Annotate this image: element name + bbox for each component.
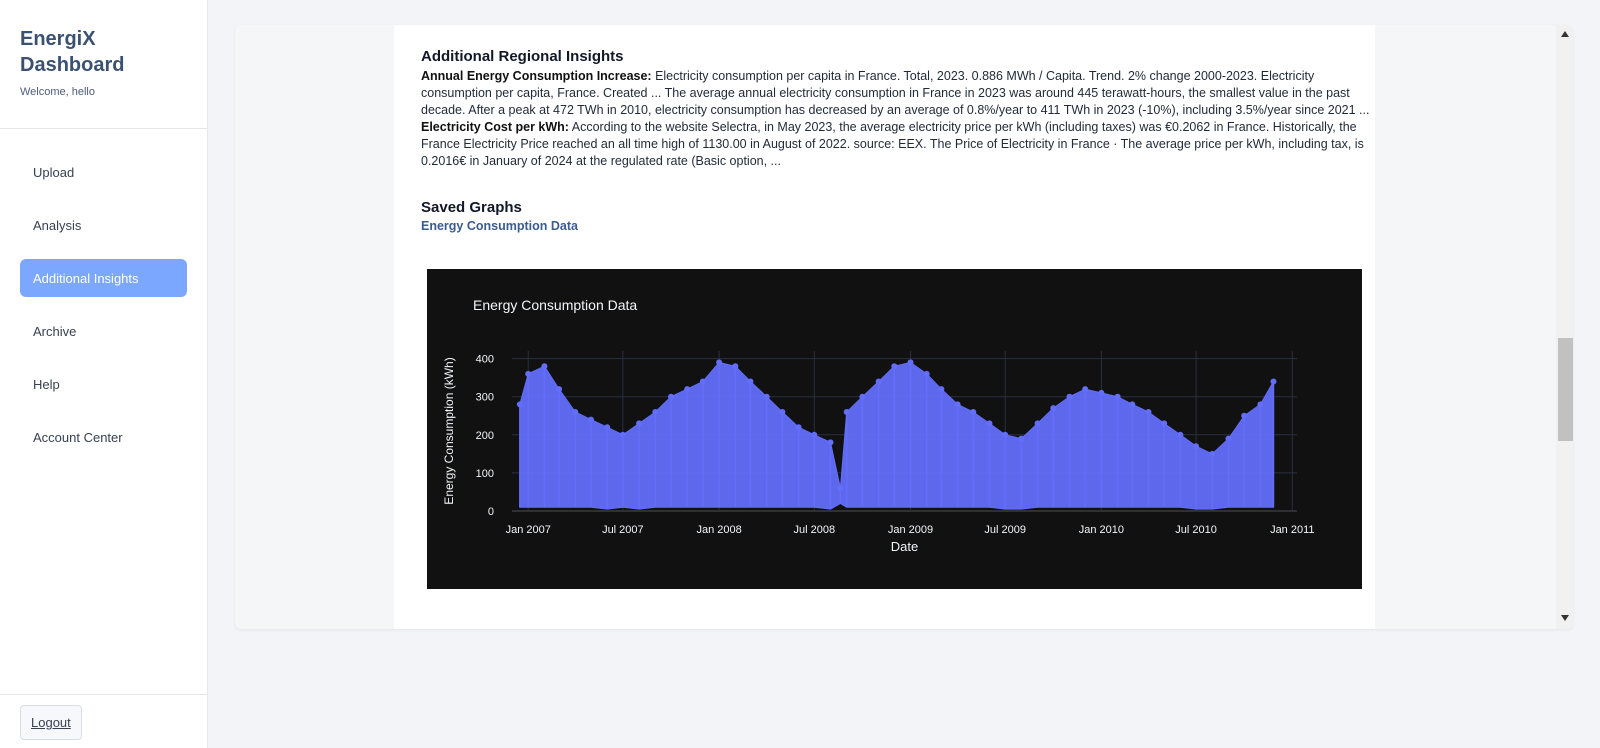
brand: EnergiX Dashboard Welcome, hello [0, 0, 207, 129]
data-point [541, 363, 548, 370]
data-point [827, 439, 834, 446]
x-tick-label: Jan 2010 [1079, 524, 1124, 536]
data-point [732, 363, 739, 370]
x-tick-label: Jan 2008 [696, 524, 741, 536]
data-point [954, 401, 961, 408]
cost-label: Electricity Cost per kWh: [421, 120, 569, 134]
data-point [1257, 401, 1264, 408]
sidebar-footer: Logout [0, 694, 208, 748]
data-point [923, 370, 930, 377]
content-panel: Additional Regional Insights Annual Ener… [394, 25, 1375, 629]
data-point [891, 363, 898, 370]
y-tick-label: 300 [476, 392, 494, 404]
data-point [716, 359, 723, 366]
sidebar-item-account-center[interactable]: Account Center [20, 418, 187, 456]
data-point [795, 424, 802, 431]
data-point [587, 416, 594, 423]
data-point [684, 386, 691, 393]
data-point [525, 370, 532, 377]
data-point [636, 420, 643, 427]
y-axis-label: Energy Consumption (kWh) [442, 357, 456, 504]
data-point [986, 420, 993, 427]
data-point [875, 378, 882, 385]
data-point [556, 386, 563, 393]
sidebar-item-upload[interactable]: Upload [20, 153, 187, 191]
sidebar: EnergiX Dashboard Welcome, hello Upload … [0, 0, 208, 748]
y-tick-label: 100 [476, 468, 494, 480]
data-point [667, 393, 674, 400]
brand-title: EnergiX Dashboard [20, 28, 125, 76]
y-tick-label: 200 [476, 430, 494, 442]
sidebar-item-additional-insights[interactable]: Additional Insights [20, 259, 187, 297]
main-card: Additional Regional Insights Annual Ener… [235, 25, 1573, 629]
energy-chart[interactable]: Energy Consumption Data 0 100 200 300 400 Jan … [427, 269, 1362, 589]
scroll-down-icon[interactable] [1561, 615, 1569, 621]
sidebar-item-help[interactable]: Help [20, 365, 187, 403]
data-point [1050, 405, 1057, 412]
data-point [1193, 443, 1200, 450]
data-point [907, 359, 914, 366]
data-point [1177, 431, 1184, 438]
welcome-text: Welcome, hello [20, 86, 95, 98]
data-point [1161, 420, 1168, 427]
data-point [811, 431, 818, 438]
data-point [699, 378, 706, 385]
saved-graphs-title: Saved Graphs [421, 199, 522, 216]
data-point [1034, 420, 1041, 427]
consumption-label: Annual Energy Consumption Increase: [421, 69, 652, 83]
x-tick-label: Jan 2009 [888, 524, 933, 536]
scroll-up-icon[interactable] [1561, 31, 1569, 37]
x-axis-label: Date [891, 539, 918, 554]
data-point [837, 485, 844, 492]
data-point [763, 393, 770, 400]
data-point [619, 431, 626, 438]
data-point [1270, 378, 1277, 385]
x-tick-label: Jul 2007 [602, 524, 644, 536]
x-tick-label: Jan 2011 [1270, 524, 1314, 536]
data-point [516, 401, 523, 408]
insights-title: Additional Regional Insights [421, 48, 624, 65]
sidebar-nav: Upload Analysis Additional Insights Arch… [0, 129, 207, 456]
data-point [1098, 389, 1105, 396]
data-point [1241, 412, 1248, 419]
insights-section: Additional Regional Insights Annual Ener… [421, 48, 1371, 233]
sidebar-item-analysis[interactable]: Analysis [20, 206, 187, 244]
data-point [1209, 450, 1216, 457]
sidebar-item-archive[interactable]: Archive [20, 312, 187, 350]
data-point [572, 408, 579, 415]
data-point [1145, 408, 1152, 415]
y-tick-label: 400 [476, 354, 494, 366]
data-point [1114, 393, 1121, 400]
saved-graph-name: Energy Consumption Data [421, 219, 578, 233]
data-point [843, 408, 850, 415]
data-point [1066, 393, 1073, 400]
chart-title: Energy Consumption Data [473, 297, 637, 313]
energy-chart-svg: Energy Consumption Data 0 100 200 300 400 Jan … [442, 297, 1315, 554]
data-point [1018, 435, 1025, 442]
scroll-thumb[interactable] [1558, 338, 1573, 441]
data-point [1082, 386, 1089, 393]
x-tick-label: Jul 2010 [1175, 524, 1217, 536]
data-point [859, 393, 866, 400]
data-point [1225, 435, 1232, 442]
logout-button[interactable]: Logout [20, 705, 82, 740]
data-point [779, 408, 786, 415]
data-point [1002, 431, 1009, 438]
y-tick-label: 0 [488, 506, 494, 518]
data-point [652, 408, 659, 415]
x-tick-label: Jan 2007 [506, 524, 551, 536]
x-tick-label: Jul 2008 [793, 524, 835, 536]
consumption-paragraph: Annual Energy Consumption Increase: Elec… [421, 68, 1371, 119]
data-point [970, 408, 977, 415]
x-tick-label: Jul 2009 [984, 524, 1026, 536]
cost-paragraph: Electricity Cost per kWh: According to t… [421, 119, 1371, 170]
data-point [1129, 401, 1136, 408]
series-area [519, 361, 1274, 510]
data-point [604, 424, 611, 431]
data-point [938, 386, 945, 393]
scrollbar[interactable] [1556, 25, 1573, 629]
data-point [747, 378, 754, 385]
